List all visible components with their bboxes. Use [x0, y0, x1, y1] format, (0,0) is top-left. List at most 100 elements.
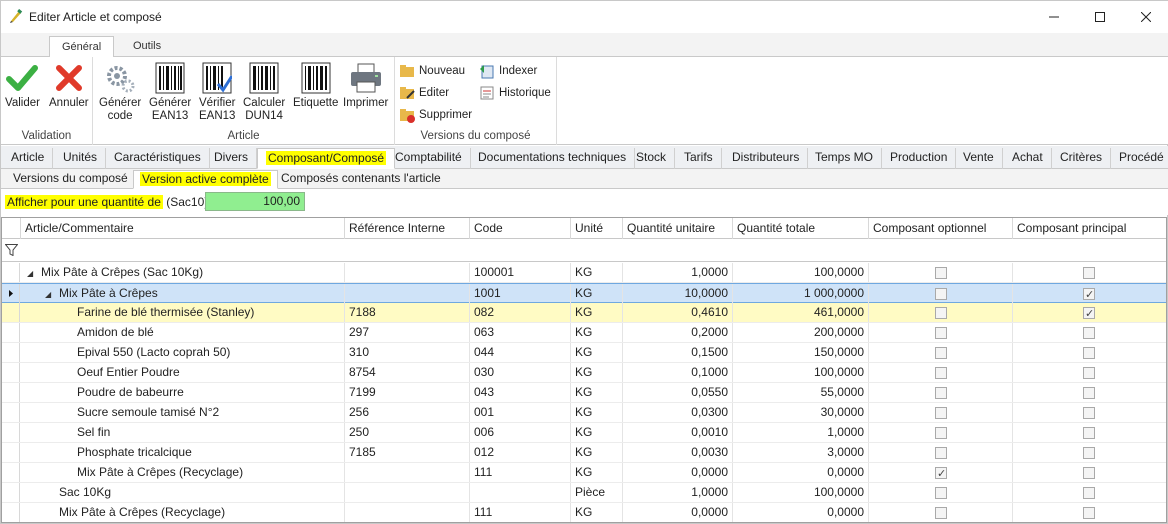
annuler-button[interactable]: Annuler	[49, 61, 89, 110]
cell-article[interactable]: Poudre de babeurre	[21, 383, 345, 402]
cell-qt[interactable]: 100,0000	[733, 263, 869, 282]
cell-qu[interactable]: 1,0000	[623, 483, 733, 502]
cell-article[interactable]: Amidon de blé	[21, 323, 345, 342]
cell-qu[interactable]: 0,0010	[623, 423, 733, 442]
tab-documentations-techniques[interactable]: Documentations techniques	[470, 148, 636, 169]
optional-checkbox[interactable]	[935, 327, 947, 339]
cell-unite[interactable]: KG	[571, 343, 623, 362]
principal-checkbox[interactable]	[1083, 327, 1095, 339]
subtab-version-active-complete[interactable]: Version active complète	[133, 170, 278, 189]
cell-ref[interactable]: 7188	[345, 303, 470, 322]
cell-qt[interactable]: 100,0000	[733, 363, 869, 382]
tab-production[interactable]: Production	[882, 148, 957, 169]
cell-code[interactable]: 1001	[470, 284, 571, 303]
cell-ref[interactable]	[345, 263, 470, 282]
cell-article[interactable]: ◢ Mix Pâte à Crêpes (Sac 10Kg)	[21, 263, 345, 282]
cell-ref[interactable]	[345, 463, 470, 482]
cell-unite[interactable]: KG	[571, 383, 623, 402]
cell-code[interactable]: 044	[470, 343, 571, 362]
tab-tarifs[interactable]: Tarifs	[676, 148, 722, 169]
cell-article[interactable]: Sucre semoule tamisé N°2	[21, 403, 345, 422]
cell-qt[interactable]: 461,0000	[733, 303, 869, 322]
table-row[interactable]: Mix Pâte à Crêpes (Recyclage) 111 KG 0,0000…	[2, 463, 1166, 483]
cell-qt[interactable]: 100,0000	[733, 483, 869, 502]
quantity-input[interactable]: 100,00	[205, 192, 305, 211]
table-row[interactable]: Farine de blé thermisée (Stanley) 7188 082…	[2, 303, 1166, 323]
principal-checkbox[interactable]	[1083, 447, 1095, 459]
principal-checkbox[interactable]	[1083, 387, 1095, 399]
tab-article[interactable]: Article	[3, 148, 54, 169]
cell-qu[interactable]: 0,1000	[623, 363, 733, 382]
row-indicator[interactable]	[2, 443, 20, 462]
table-row[interactable]: Oeuf Entier Poudre 8754 030 KG 0,1000 100,000…	[2, 363, 1166, 383]
cell-qt[interactable]: 200,0000	[733, 323, 869, 342]
table-row[interactable]: ◢ Mix Pâte à Crêpes (Sac 10Kg) 100001 KG 1,0…	[2, 263, 1166, 283]
optional-checkbox[interactable]	[935, 407, 947, 419]
cell-article[interactable]: Phosphate tricalcique	[21, 443, 345, 462]
cell-qu[interactable]: 0,0030	[623, 443, 733, 462]
calculer-dun14-button[interactable]: Calculer DUN14	[243, 61, 285, 123]
close-button[interactable]	[1123, 1, 1168, 33]
cell-code[interactable]	[470, 483, 571, 502]
cell-ref[interactable]: 7199	[345, 383, 470, 402]
principal-checkbox[interactable]	[1083, 367, 1095, 379]
optional-checkbox[interactable]	[935, 367, 947, 379]
optional-checkbox[interactable]	[935, 307, 947, 319]
optional-checkbox[interactable]	[935, 427, 947, 439]
generer-ean13-button[interactable]: Générer EAN13	[149, 61, 191, 123]
cell-unite[interactable]: KG	[571, 503, 623, 522]
cell-unite[interactable]: KG	[571, 303, 623, 322]
cell-qt[interactable]: 55,0000	[733, 383, 869, 402]
cell-qt[interactable]: 1 000,0000	[733, 284, 869, 303]
cell-qt[interactable]: 1,0000	[733, 423, 869, 442]
principal-checkbox[interactable]	[1083, 267, 1095, 279]
table-row[interactable]: Phosphate tricalcique 7185 012 KG 0,0030 3,00…	[2, 443, 1166, 463]
cell-article[interactable]: Sel fin	[21, 423, 345, 442]
cell-code[interactable]: 063	[470, 323, 571, 342]
table-row[interactable]: Amidon de blé 297 063 KG 0,2000 200,0000	[2, 323, 1166, 343]
cell-code[interactable]: 001	[470, 403, 571, 422]
cell-article[interactable]: Sac 10Kg	[21, 483, 345, 502]
optional-checkbox[interactable]	[935, 507, 947, 519]
optional-checkbox[interactable]	[935, 288, 947, 300]
row-indicator[interactable]	[2, 323, 20, 342]
tab-vente[interactable]: Vente	[955, 148, 1003, 169]
cell-ref[interactable]	[345, 284, 470, 303]
optional-checkbox[interactable]	[935, 465, 947, 482]
cell-ref[interactable]: 250	[345, 423, 470, 442]
row-indicator[interactable]	[2, 423, 20, 442]
table-row[interactable]: ◢ Mix Pâte à Crêpes 1001 KG 10,0000 1 000,000…	[2, 283, 1166, 303]
cell-ref[interactable]: 256	[345, 403, 470, 422]
cell-code[interactable]: 100001	[470, 263, 571, 282]
table-row[interactable]: Sel fin 250 006 KG 0,0010 1,0000	[2, 423, 1166, 443]
cell-unite[interactable]: KG	[571, 323, 623, 342]
optional-checkbox[interactable]	[935, 347, 947, 359]
row-indicator[interactable]	[2, 263, 20, 282]
column-header-code[interactable]: Code	[470, 218, 571, 239]
table-row[interactable]: Sac 10Kg Pièce 1,0000 100,0000	[2, 483, 1166, 503]
cell-qu[interactable]: 0,1500	[623, 343, 733, 362]
expand-toggle-icon[interactable]: ◢	[27, 264, 37, 282]
maximize-button[interactable]	[1077, 1, 1123, 33]
cell-code[interactable]: 111	[470, 503, 571, 522]
cell-unite[interactable]: KG	[571, 403, 623, 422]
subtab-composes-contenants[interactable]: Composés contenants l'article	[275, 170, 447, 189]
cell-article[interactable]: Oeuf Entier Poudre	[21, 363, 345, 382]
row-indicator[interactable]	[2, 463, 20, 482]
valider-button[interactable]: Valider	[5, 61, 40, 110]
cell-unite[interactable]: Pièce	[571, 483, 623, 502]
subtab-versions-du-compose[interactable]: Versions du composé	[7, 170, 134, 189]
cell-unite[interactable]: KG	[571, 423, 623, 442]
cell-code[interactable]: 030	[470, 363, 571, 382]
tab-achat[interactable]: Achat	[1004, 148, 1052, 169]
cell-ref[interactable]: 297	[345, 323, 470, 342]
row-indicator[interactable]	[2, 343, 20, 362]
cell-qu[interactable]: 0,0550	[623, 383, 733, 402]
principal-checkbox[interactable]	[1083, 286, 1095, 303]
tab-caracteristiques[interactable]: Caractéristiques	[106, 148, 210, 169]
row-indicator[interactable]	[2, 383, 20, 402]
cell-qu[interactable]: 10,0000	[623, 284, 733, 303]
nouveau-button[interactable]: Nouveau	[399, 62, 465, 80]
imprimer-button[interactable]: Imprimer	[343, 61, 388, 110]
column-header-article[interactable]: Article/Commentaire	[21, 218, 345, 239]
